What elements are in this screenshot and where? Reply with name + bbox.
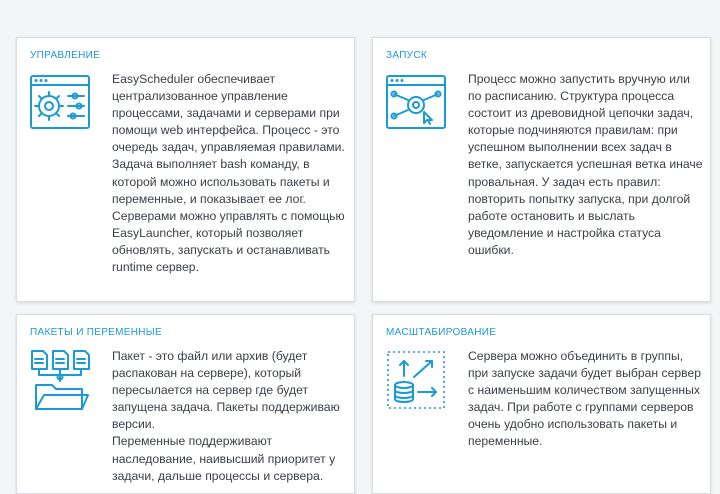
launch-workflow-window-icon [384,72,448,134]
card-description: Пакет - это файл или архив (будет распак… [112,348,348,485]
card-title: ПАКЕТЫ И ПЕРЕМЕННЫЕ [30,327,162,338]
card-paragraph: Сервера можно объединить в группы, при з… [468,349,702,449]
card-description: Процесс можно запустить вручную или по р… [468,71,704,259]
card-paragraph: Процесс можно запустить вручную или по р… [468,72,703,257]
feature-card-packages-variables: ПАКЕТЫ И ПЕРЕМЕННЫЕ Пакет - это файл или… [16,314,355,494]
files-to-folder-icon [28,349,92,411]
database-scaling-icon [384,349,448,411]
feature-card-launch: ЗАПУСК Процесс можно запустить вручную и… [372,37,711,302]
card-title: ЗАПУСК [386,50,427,61]
card-title: МАСШТАБИРОВАНИЕ [386,327,497,338]
card-description: Сервера можно объединить в группы, при з… [468,348,704,451]
card-paragraph: Переменные поддерживают наследование, на… [112,434,336,483]
card-paragraph: EasyScheduler обеспечивает централизован… [112,72,345,275]
feature-card-management: УПРАВЛЕНИЕ EasyScheduler обеспечивает це… [16,37,355,302]
gear-settings-window-icon [28,72,92,134]
card-title: УПРАВЛЕНИЕ [30,50,101,61]
card-paragraph: Пакет - это файл или архив (будет распак… [112,349,340,432]
card-description: EasyScheduler обеспечивает централизован… [112,71,348,276]
feature-card-scaling: МАСШТАБИРОВАНИЕ Сервера можно объединить… [372,314,711,494]
